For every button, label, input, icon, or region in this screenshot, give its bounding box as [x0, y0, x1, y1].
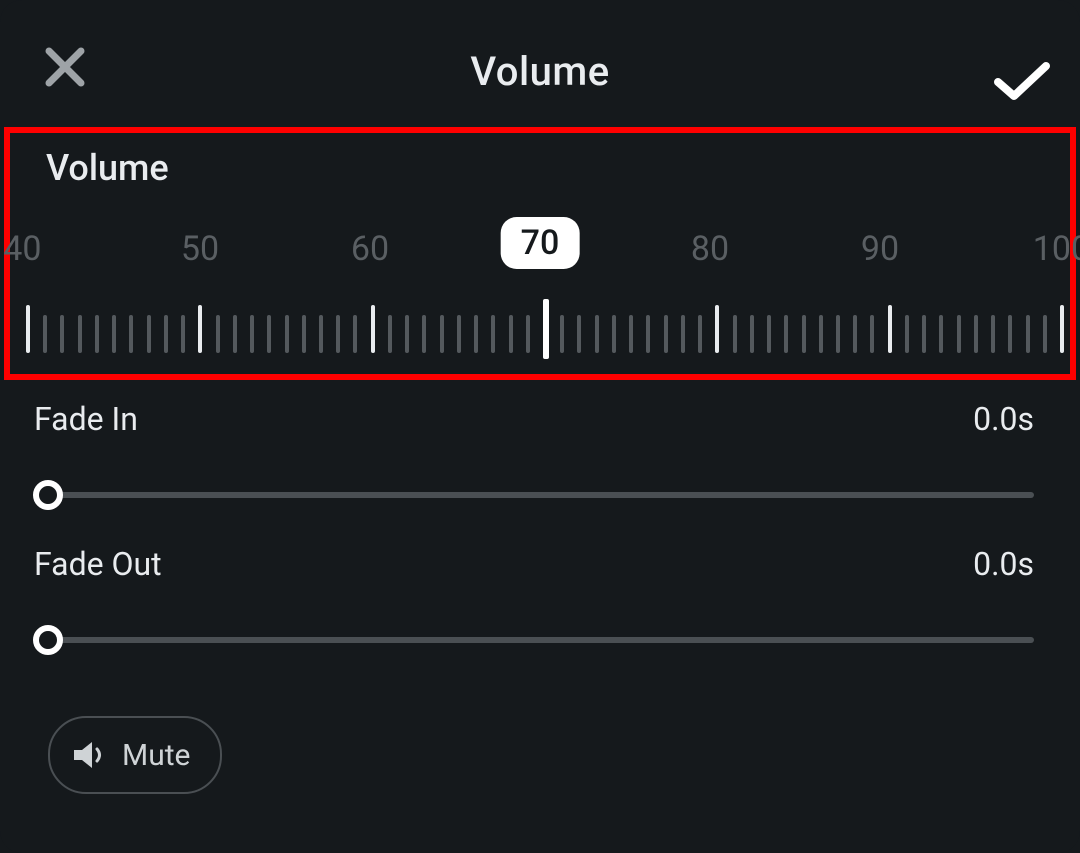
ruler-tick [371, 305, 375, 353]
ruler-tick [1043, 315, 1047, 353]
mute-label: Mute [122, 738, 190, 773]
ruler-tick [819, 315, 823, 353]
ruler-tick [129, 315, 133, 353]
mute-button[interactable]: Mute [48, 716, 222, 794]
ruler-tick [267, 315, 271, 353]
volume-scale-label: 40 [3, 229, 41, 269]
volume-panel: Volume Volume 40 50 60 70 80 90 100 Fade In 0.… [0, 0, 1080, 853]
ruler-tick [198, 305, 202, 353]
ruler-tick [457, 315, 461, 353]
ruler-tick [181, 315, 185, 353]
ruler-tick [715, 305, 719, 353]
volume-scale-label: 50 [181, 229, 219, 269]
volume-scale-label: 90 [861, 229, 899, 269]
ruler-tick [26, 305, 30, 353]
ruler-tick [60, 315, 64, 353]
volume-scale-label: 60 [351, 229, 389, 269]
volume-selected-pill[interactable]: 70 [501, 217, 580, 269]
volume-label: Volume [46, 147, 169, 189]
ruler-tick [233, 315, 237, 353]
ruler-tick [491, 315, 495, 353]
ruler-tick [302, 315, 306, 353]
ruler-tick [336, 315, 340, 353]
ruler-tick [629, 315, 633, 353]
fade-in-row: Fade In 0.0s [34, 400, 1034, 510]
ruler-tick [612, 315, 616, 353]
ruler-tick [595, 315, 599, 353]
ruler-tick [95, 315, 99, 353]
slider-track [34, 492, 1034, 498]
ruler-tick [440, 315, 444, 353]
fade-in-value: 0.0s [973, 400, 1034, 438]
slider-thumb[interactable] [33, 625, 63, 655]
ruler-tick [216, 315, 220, 353]
ruler-tick [646, 315, 650, 353]
ruler-tick [543, 299, 549, 359]
ruler-tick [922, 315, 926, 353]
ruler-tick [560, 315, 564, 353]
ruler-tick [784, 315, 788, 353]
ruler-tick [698, 315, 702, 353]
ruler-tick [164, 315, 168, 353]
confirm-button[interactable] [992, 58, 1052, 106]
fade-out-row: Fade Out 0.0s [34, 545, 1034, 655]
ruler-tick [888, 305, 892, 353]
ruler-tick [147, 315, 151, 353]
ruler-tick [388, 315, 392, 353]
volume-scale-highlight: Volume 405060708090100 [4, 127, 1076, 380]
fade-out-slider[interactable] [34, 625, 1034, 655]
volume-ruler[interactable] [26, 301, 1060, 361]
ruler-tick [991, 315, 995, 353]
volume-scale-label: 80 [691, 229, 729, 269]
panel-title: Volume [0, 48, 1080, 95]
check-icon [994, 62, 1050, 102]
ruler-tick [836, 315, 840, 353]
ruler-tick [1008, 315, 1012, 353]
ruler-tick [112, 315, 116, 353]
speaker-icon [72, 739, 108, 771]
ruler-tick [870, 315, 874, 353]
ruler-tick [750, 315, 754, 353]
ruler-tick [78, 315, 82, 353]
slider-track [34, 637, 1034, 643]
ruler-tick [1026, 315, 1030, 353]
ruler-tick [509, 315, 513, 353]
volume-scale-labels: 405060708090100 [10, 229, 1070, 279]
ruler-tick [526, 315, 530, 353]
ruler-tick [353, 315, 357, 353]
ruler-tick [319, 315, 323, 353]
ruler-tick [767, 315, 771, 353]
header: Volume [0, 0, 1080, 110]
ruler-tick [664, 315, 668, 353]
ruler-tick [939, 315, 943, 353]
ruler-tick [422, 315, 426, 353]
ruler-tick [974, 315, 978, 353]
ruler-tick [43, 315, 47, 353]
ruler-tick [733, 315, 737, 353]
ruler-tick [1060, 305, 1064, 353]
ruler-tick [285, 315, 289, 353]
ruler-tick [250, 315, 254, 353]
fade-in-label: Fade In [34, 400, 138, 438]
ruler-tick [957, 315, 961, 353]
ruler-tick [681, 315, 685, 353]
ruler-tick [577, 315, 581, 353]
ruler-tick [853, 315, 857, 353]
slider-thumb[interactable] [33, 480, 63, 510]
fade-out-value: 0.0s [973, 545, 1034, 583]
ruler-tick [802, 315, 806, 353]
fade-in-slider[interactable] [34, 480, 1034, 510]
volume-scale-label: 100 [1033, 229, 1080, 269]
ruler-tick [474, 315, 478, 353]
ruler-tick [905, 315, 909, 353]
fade-out-label: Fade Out [34, 545, 162, 583]
ruler-tick [405, 315, 409, 353]
